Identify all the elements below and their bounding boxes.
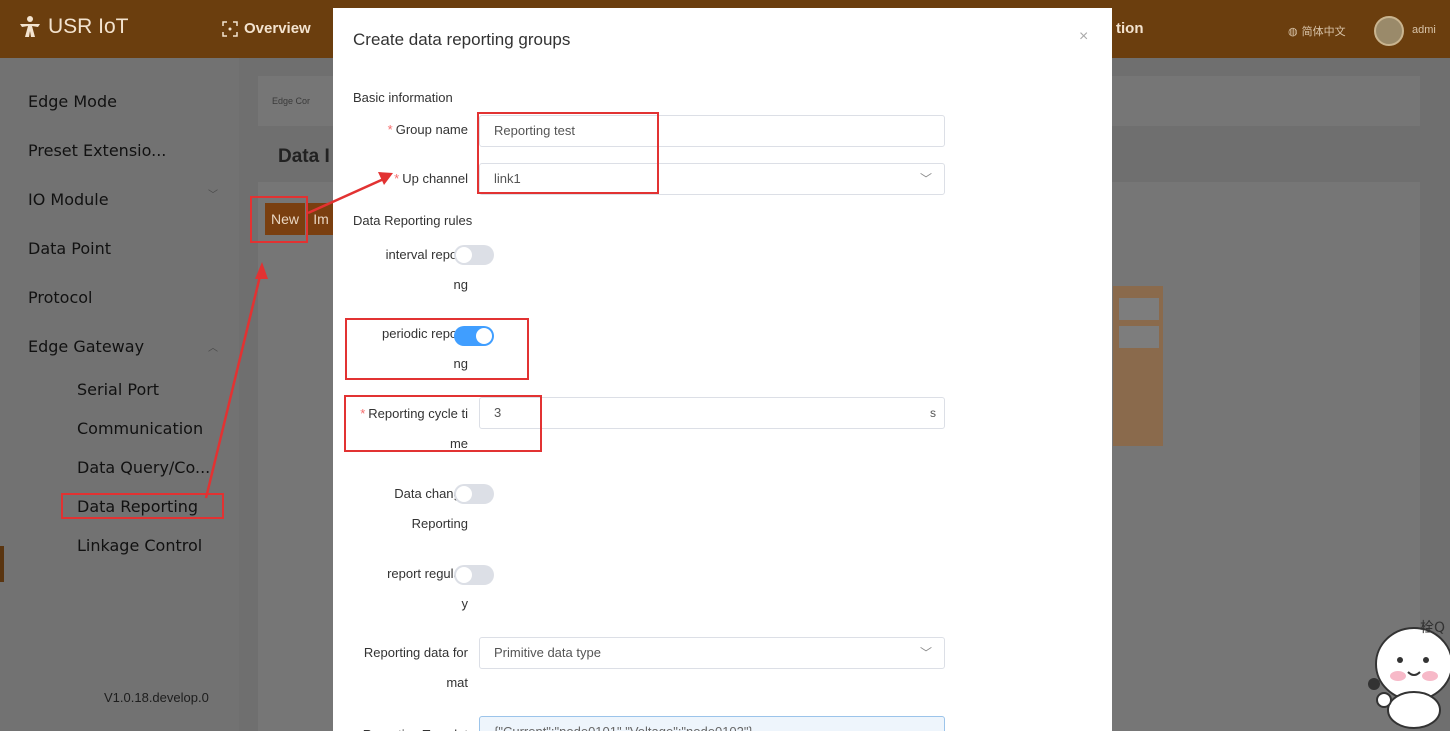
chevron-up-icon: ︿	[208, 343, 218, 354]
switch-knob	[456, 567, 472, 583]
page-title: Data I	[278, 146, 330, 167]
user-name[interactable]: admi	[1412, 24, 1436, 36]
annotation-box	[345, 318, 529, 380]
interval-reporting-switch[interactable]	[454, 245, 494, 265]
dialog-title: Create data reporting groups	[353, 30, 571, 49]
reporting-rules-heading: Data Reporting rules	[353, 213, 473, 228]
active-indicator	[0, 546, 4, 582]
annotation-box	[250, 196, 308, 243]
mascot-sticker-icon: 栓Q	[1368, 620, 1450, 729]
sidebar-item-communication[interactable]: Communication	[77, 419, 203, 438]
sidebar-item-io-module[interactable]: IO Module	[28, 190, 109, 209]
sidebar-item-serial-port[interactable]: Serial Port	[77, 380, 159, 399]
brand-logo[interactable]: USR IoT	[18, 15, 129, 39]
interval-reporting-label-cont: ng	[453, 277, 468, 292]
chevron-down-icon: ﹀	[208, 190, 218, 201]
close-icon[interactable]: ×	[1079, 28, 1088, 46]
sidebar-item-protocol[interactable]: Protocol	[28, 288, 92, 307]
background-field	[1119, 298, 1159, 320]
import-button[interactable]: Im	[308, 203, 334, 235]
chevron-down-icon: ﹀	[919, 172, 932, 186]
data-format-label-cont: mat	[446, 675, 468, 690]
data-format-select[interactable]: Primitive data type ﹀	[479, 637, 945, 669]
language-switcher[interactable]: ◍ 简体中文	[1288, 23, 1346, 39]
sidebar-item-data-query[interactable]: Data Query/Co...	[77, 458, 210, 477]
background-field	[1119, 326, 1159, 348]
group-name-label: * Group name	[387, 122, 468, 137]
report-regularly-label: report regularl	[387, 566, 468, 581]
background-card	[1113, 286, 1163, 446]
globe-icon: ◍	[1288, 25, 1298, 38]
switch-knob	[456, 247, 472, 263]
report-regularly-switch[interactable]	[454, 565, 494, 585]
language-label: 简体中文	[1301, 26, 1346, 38]
nav-item-partial[interactable]: tion	[1116, 20, 1144, 37]
interval-reporting-label: interval reporti	[385, 247, 468, 262]
switch-knob	[456, 486, 472, 502]
avatar[interactable]	[1374, 16, 1404, 46]
reporting-template-label: Reporting Templat	[333, 722, 468, 731]
sidebar-item-data-point[interactable]: Data Point	[28, 239, 111, 258]
reporting-cycle-input[interactable]: 3 s	[479, 397, 945, 429]
sidebar-item-linkage-control[interactable]: Linkage Control	[77, 536, 202, 555]
brand-name: USR IoT	[48, 15, 129, 38]
breadcrumb[interactable]: Edge Cor	[272, 96, 310, 106]
sidebar-item-edge-mode[interactable]: Edge Mode	[28, 92, 117, 111]
annotation-box	[477, 112, 659, 194]
data-format-label: Reporting data for	[363, 645, 468, 660]
data-format-value: Primitive data type	[494, 645, 601, 660]
nav-overview-label: Overview	[244, 20, 311, 37]
sidebar-item-preset-extension[interactable]: Preset Extensio...	[28, 141, 166, 160]
annotation-box	[61, 493, 224, 519]
usr-logo-icon	[20, 16, 40, 37]
reporting-cycle-unit: s	[930, 406, 936, 420]
nav-overview[interactable]: Overview	[222, 20, 311, 37]
data-change-label-cont: Reporting	[411, 516, 468, 531]
data-change-switch[interactable]	[454, 484, 494, 504]
data-change-label: Data change	[394, 486, 468, 501]
chevron-down-icon: ﹀	[919, 646, 932, 660]
up-channel-label: * Up channel	[394, 171, 468, 186]
annotation-box	[344, 395, 542, 452]
basic-information-heading: Basic information	[353, 90, 453, 105]
svg-text:栓Q: 栓Q	[1420, 620, 1445, 636]
overview-icon	[222, 20, 238, 37]
version-label: V1.0.18.develop.0	[104, 690, 209, 705]
reporting-template-input[interactable]: {"Current":"node0101","Voltage":"node010…	[479, 716, 945, 731]
report-regularly-label-cont: y	[461, 596, 469, 611]
sidebar-item-edge-gateway[interactable]: Edge Gateway	[28, 337, 144, 356]
